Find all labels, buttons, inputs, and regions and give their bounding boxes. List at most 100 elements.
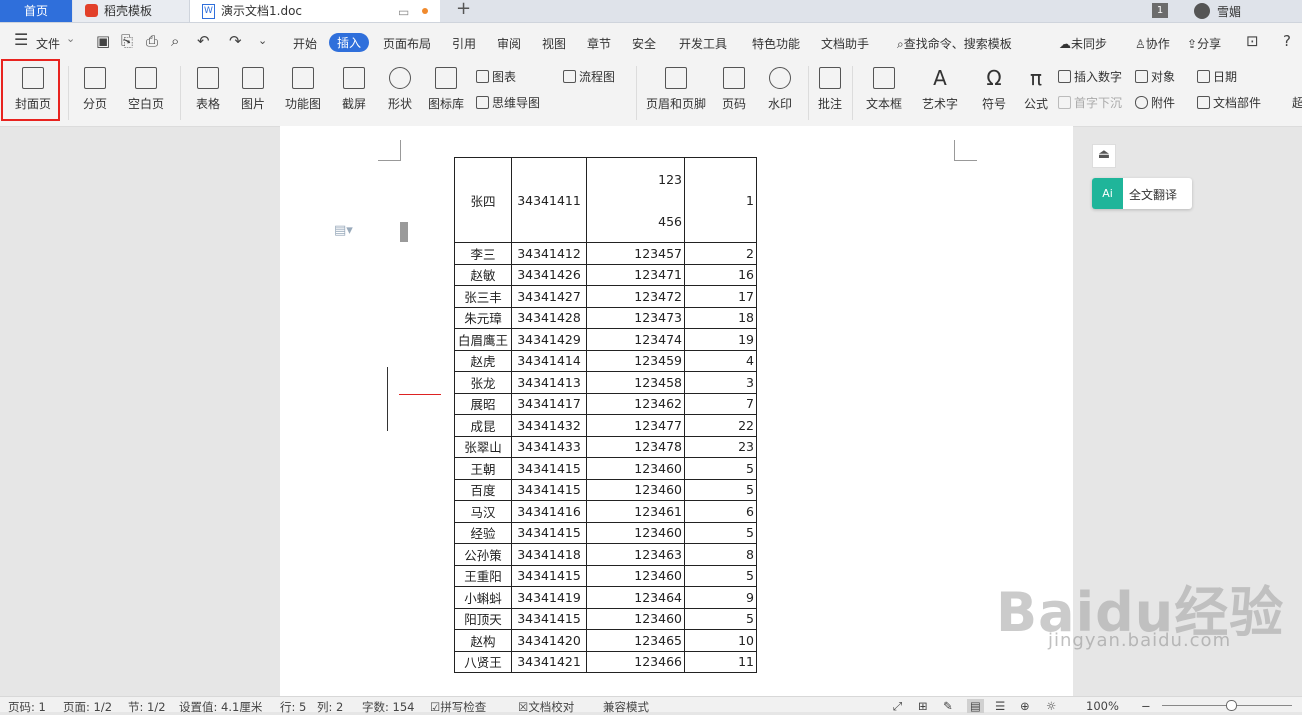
search-command[interactable]: ⌕查找命令、搜索模板 — [897, 35, 1012, 52]
table-row[interactable]: 张三丰 34341427 123472 17 — [454, 285, 757, 308]
cell-index[interactable]: 1 — [684, 157, 757, 243]
cell-code[interactable]: 123462 — [586, 392, 685, 415]
new-tab-plus-icon[interactable]: + — [456, 0, 471, 19]
cell-id[interactable]: 34341433 — [511, 435, 587, 458]
cell-index[interactable]: 4 — [684, 349, 757, 372]
cell-index[interactable]: 11 — [684, 650, 757, 673]
cell-id[interactable]: 34341415 — [511, 521, 587, 544]
cell-name[interactable]: 八贤王 — [454, 650, 512, 673]
cell-index[interactable]: 3 — [684, 371, 757, 394]
document-page[interactable]: ▤▾ 张四 34341411 123 456 1 李三 34341412 123457 2 赵敏… — [280, 126, 1073, 696]
menu-developer[interactable]: 开发工具 — [679, 35, 727, 52]
cell-name[interactable]: 白眉鹰王 — [454, 328, 512, 351]
cell-name[interactable]: 王朝 — [454, 457, 512, 480]
zoom-slider-handle[interactable] — [1226, 700, 1237, 711]
cell-name[interactable]: 成昆 — [454, 414, 512, 437]
cell-id[interactable]: 34341413 — [511, 371, 587, 394]
cell-id[interactable]: 34341417 — [511, 392, 587, 415]
print-preview-icon[interactable]: ⌕ — [171, 32, 179, 50]
table-row[interactable]: 八贤王 34341421 123466 11 — [454, 650, 757, 673]
cell-code[interactable]: 123 456 — [586, 157, 685, 243]
table-row[interactable]: 王重阳 34341415 123460 5 — [454, 564, 757, 587]
symbol-button[interactable]: Ω 符号 — [974, 67, 1014, 112]
cell-code[interactable]: 123460 — [586, 521, 685, 544]
table-row[interactable]: 赵虎 34341414 123459 4 — [454, 349, 757, 372]
table-row[interactable]: 百度 34341415 123460 5 — [454, 478, 757, 501]
cell-code[interactable]: 123460 — [586, 607, 685, 630]
attachment-button[interactable]: 附件 — [1135, 94, 1175, 111]
cell-name[interactable]: 赵构 — [454, 629, 512, 652]
cell-id[interactable]: 34341428 — [511, 306, 587, 329]
wordart-button[interactable]: A 艺术字 — [916, 67, 964, 112]
menu-file[interactable]: 文件 — [36, 35, 60, 52]
cell-index[interactable]: 5 — [684, 521, 757, 544]
doc-parts-button[interactable]: 文档部件 — [1197, 94, 1261, 111]
formula-button[interactable]: π 公式 — [1018, 67, 1054, 112]
cell-name[interactable]: 王重阳 — [454, 564, 512, 587]
cell-code[interactable]: 123460 — [586, 564, 685, 587]
cell-name[interactable]: 赵虎 — [454, 349, 512, 372]
cell-code[interactable]: 123466 — [586, 650, 685, 673]
table-row[interactable]: 马汉 34341416 123461 6 — [454, 500, 757, 523]
export-pdf-icon[interactable]: ⎘ — [121, 32, 133, 50]
menu-doc-assistant[interactable]: 文档助手 — [821, 35, 869, 52]
cell-id[interactable]: 34341415 — [511, 478, 587, 501]
drop-cap-button[interactable]: 首字下沉 — [1058, 94, 1122, 111]
cell-name[interactable]: 展昭 — [454, 392, 512, 415]
cell-index[interactable]: 5 — [684, 564, 757, 587]
collab-button[interactable]: ♙协作 — [1135, 35, 1170, 52]
status-setting[interactable]: 设置值: 4.1厘米 — [179, 699, 262, 715]
monitor-icon[interactable]: ▭ — [398, 1, 409, 23]
cell-id[interactable]: 34341419 — [511, 586, 587, 609]
collapse-panel-icon[interactable]: ⏏ — [1092, 144, 1116, 168]
tab-document[interactable]: W 演示文档1.doc ▭ — [190, 0, 440, 22]
cell-code[interactable]: 123460 — [586, 478, 685, 501]
table-row[interactable]: 展昭 34341417 123462 7 — [454, 392, 757, 415]
cell-id[interactable]: 34341411 — [511, 157, 587, 243]
cell-name[interactable]: 赵敏 — [454, 263, 512, 286]
shape-button[interactable]: 形状 — [380, 67, 420, 112]
cell-code[interactable]: 123458 — [586, 371, 685, 394]
cell-code[interactable]: 123477 — [586, 414, 685, 437]
customize-chevron-icon[interactable]: ⌄ — [258, 34, 267, 47]
table-row[interactable]: 阳顶天 34341415 123460 5 — [454, 607, 757, 630]
cell-id[interactable]: 34341427 — [511, 285, 587, 308]
status-pages[interactable]: 页面: 1/2 — [63, 699, 112, 715]
menu-review[interactable]: 审阅 — [497, 35, 521, 52]
cell-name[interactable]: 阳顶天 — [454, 607, 512, 630]
date-button[interactable]: 日期 — [1197, 68, 1237, 85]
status-section[interactable]: 节: 1/2 — [128, 699, 166, 715]
cell-index[interactable]: 18 — [684, 306, 757, 329]
cell-name[interactable]: 李三 — [454, 242, 512, 265]
cell-name[interactable]: 张龙 — [454, 371, 512, 394]
menu-start[interactable]: 开始 — [293, 35, 317, 52]
cell-code[interactable]: 123460 — [586, 457, 685, 480]
doc-proof-button[interactable]: ☒文档校对 — [518, 699, 574, 715]
flowchart-button[interactable]: 流程图 — [563, 68, 615, 85]
mindmap-button[interactable]: 思维导图 — [476, 94, 540, 111]
cell-index[interactable]: 5 — [684, 607, 757, 630]
cell-name[interactable]: 马汉 — [454, 500, 512, 523]
page-break-button[interactable]: 分页 — [75, 67, 115, 112]
picture-button[interactable]: 图片 — [233, 67, 273, 112]
cell-id[interactable]: 34341416 — [511, 500, 587, 523]
print-icon[interactable]: ⎙ — [146, 32, 158, 50]
cell-name[interactable]: 张翠山 — [454, 435, 512, 458]
avatar[interactable] — [1194, 3, 1210, 19]
cell-name[interactable]: 朱元璋 — [454, 306, 512, 329]
table-row[interactable]: 王朝 34341415 123460 5 — [454, 457, 757, 480]
cell-index[interactable]: 8 — [684, 543, 757, 566]
table-row[interactable]: 张四 34341411 123 456 1 — [454, 157, 757, 243]
table-row[interactable]: 张翠山 34341433 123478 23 — [454, 435, 757, 458]
menu-layout[interactable]: 页面布局 — [383, 35, 431, 52]
cell-index[interactable]: 23 — [684, 435, 757, 458]
save-icon[interactable]: ▣ — [96, 32, 110, 50]
table-row[interactable]: 张龙 34341413 123458 3 — [454, 371, 757, 394]
header-footer-button[interactable]: 页眉和页脚 — [644, 67, 708, 112]
cell-code[interactable]: 123474 — [586, 328, 685, 351]
more-tools-icon[interactable]: ⊡ — [1246, 32, 1259, 50]
chevron-down-icon[interactable]: ⌄ — [66, 32, 75, 45]
screenshot-button[interactable]: 截屏 — [334, 67, 374, 112]
status-words[interactable]: 字数: 154 — [362, 699, 414, 715]
menu-reference[interactable]: 引用 — [452, 35, 476, 52]
